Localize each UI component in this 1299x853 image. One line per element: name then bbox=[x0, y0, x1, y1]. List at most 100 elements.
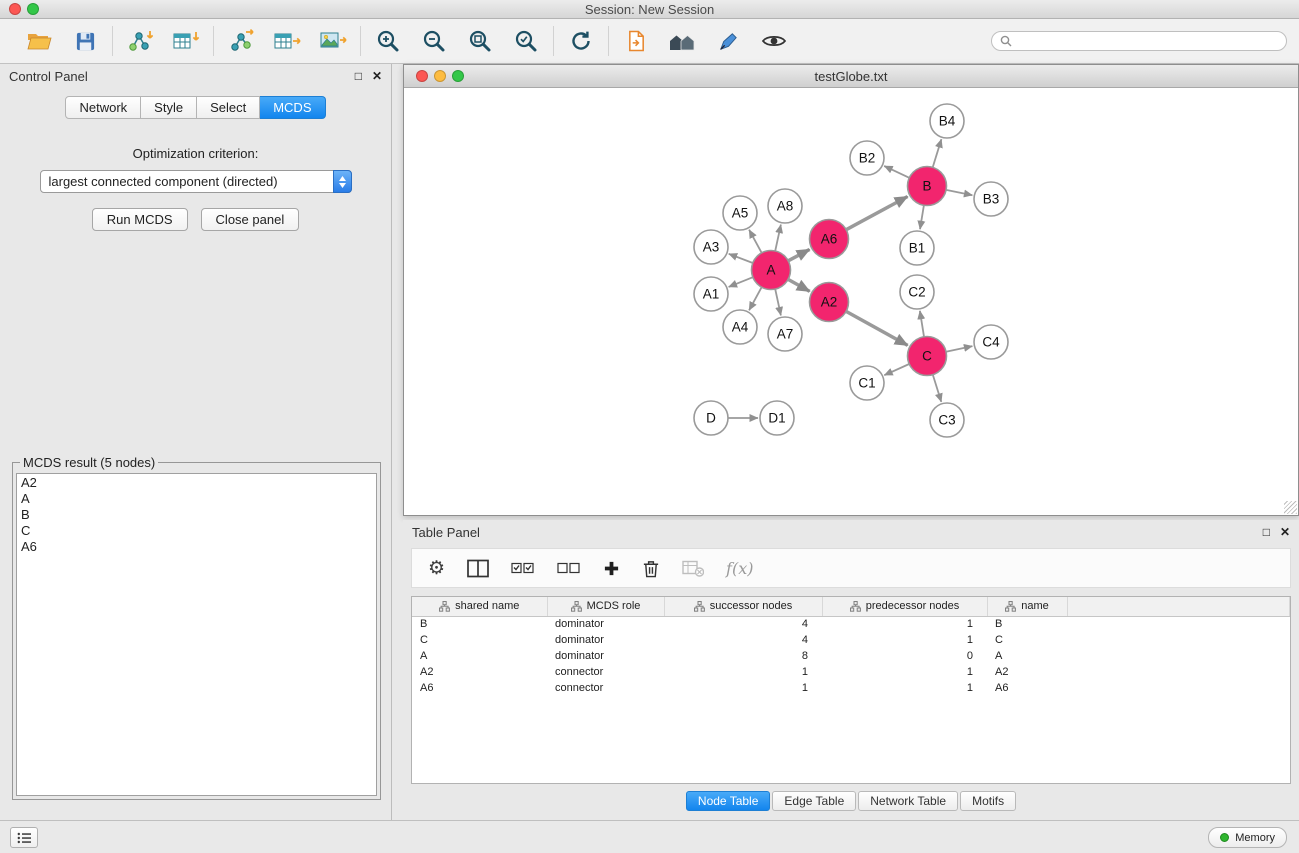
close-network-window-button[interactable] bbox=[416, 70, 428, 82]
memory-button[interactable]: Memory bbox=[1208, 827, 1287, 848]
graph-edge-A-A5[interactable] bbox=[749, 230, 762, 253]
graph-edge-C-C1[interactable] bbox=[884, 364, 909, 375]
table-cell[interactable]: 1 bbox=[664, 680, 822, 696]
table-row[interactable]: A6connector11A6 bbox=[412, 680, 1290, 696]
table-cell[interactable]: C bbox=[412, 632, 547, 648]
table-cell[interactable]: C bbox=[987, 632, 1067, 648]
table-cell[interactable]: B bbox=[412, 616, 547, 632]
graph-edge-A-A4[interactable] bbox=[749, 287, 762, 310]
select-all-button[interactable] bbox=[511, 561, 535, 576]
graph-edge-A-A1[interactable] bbox=[729, 277, 753, 287]
graph-node-B3[interactable]: B3 bbox=[974, 182, 1008, 216]
graph-edge-B-B2[interactable] bbox=[884, 166, 909, 178]
run-mcds-button[interactable]: Run MCDS bbox=[92, 208, 188, 231]
table-cell[interactable]: connector bbox=[547, 680, 664, 696]
mcds-result-item[interactable]: A bbox=[21, 491, 372, 507]
graph-node-C1[interactable]: C1 bbox=[850, 366, 884, 400]
add-column-button[interactable] bbox=[603, 560, 620, 577]
minimize-network-window-button[interactable] bbox=[434, 70, 446, 82]
graph-node-C4[interactable]: C4 bbox=[974, 325, 1008, 359]
table-cell[interactable]: A6 bbox=[987, 680, 1067, 696]
graph-node-A8[interactable]: A8 bbox=[768, 189, 802, 223]
export-image-button[interactable] bbox=[317, 24, 349, 58]
table-cell[interactable]: dominator bbox=[547, 616, 664, 632]
export-table-button[interactable] bbox=[271, 24, 303, 58]
close-table-panel-icon[interactable]: ✕ bbox=[1280, 525, 1290, 539]
float-panel-icon[interactable]: □ bbox=[355, 69, 362, 83]
graph-node-B[interactable]: B bbox=[908, 167, 947, 206]
graph-edge-B-B1[interactable] bbox=[920, 205, 924, 229]
network-canvas[interactable]: B4B2BB3A5A8A6A3B1AC2A1A2A4A7C4CC1DD1C3 bbox=[404, 88, 1298, 515]
table-row[interactable]: Cdominator41C bbox=[412, 632, 1290, 648]
graph-node-A7[interactable]: A7 bbox=[768, 317, 802, 351]
table-cell[interactable]: 8 bbox=[664, 648, 822, 664]
mcds-result-item[interactable]: C bbox=[21, 523, 372, 539]
delete-column-button[interactable] bbox=[642, 559, 660, 578]
graph-node-A4[interactable]: A4 bbox=[723, 310, 757, 344]
mcds-result-item[interactable]: B bbox=[21, 507, 372, 523]
table-cell[interactable]: B bbox=[987, 616, 1067, 632]
tab-motifs[interactable]: Motifs bbox=[960, 791, 1016, 811]
resize-grip[interactable] bbox=[1284, 501, 1297, 514]
graph-edge-C-C2[interactable] bbox=[920, 311, 924, 337]
close-panel-icon[interactable]: ✕ bbox=[372, 69, 382, 83]
mcds-result-item[interactable]: A2 bbox=[21, 475, 372, 491]
zoom-selected-button[interactable] bbox=[510, 24, 542, 58]
graph-edge-C-C4[interactable] bbox=[946, 346, 972, 352]
table-cell[interactable]: A bbox=[412, 648, 547, 664]
column-header-shared-name[interactable]: shared name bbox=[412, 597, 547, 616]
tab-edge-table[interactable]: Edge Table bbox=[772, 791, 856, 811]
table-cell[interactable]: 1 bbox=[822, 680, 987, 696]
annotation-button[interactable] bbox=[712, 24, 744, 58]
close-panel-button[interactable]: Close panel bbox=[201, 208, 300, 231]
table-cell[interactable]: 4 bbox=[664, 632, 822, 648]
graph-node-D1[interactable]: D1 bbox=[760, 401, 794, 435]
graph-node-A6[interactable]: A6 bbox=[810, 220, 849, 259]
table-cell[interactable]: A2 bbox=[412, 664, 547, 680]
open-file-button[interactable] bbox=[620, 24, 652, 58]
open-session-button[interactable] bbox=[23, 24, 55, 58]
table-cell[interactable]: A bbox=[987, 648, 1067, 664]
home-view-button[interactable] bbox=[666, 24, 698, 58]
graph-edge-A-A7[interactable] bbox=[775, 289, 781, 315]
table-cell[interactable]: 1 bbox=[664, 664, 822, 680]
tab-node-table[interactable]: Node Table bbox=[686, 791, 771, 811]
mcds-result-item[interactable]: A6 bbox=[21, 539, 372, 555]
task-history-button[interactable] bbox=[10, 827, 38, 848]
table-cell[interactable]: A2 bbox=[987, 664, 1067, 680]
table-settings-button[interactable]: ⚙ bbox=[428, 559, 445, 578]
column-header-successor-nodes[interactable]: successor nodes bbox=[664, 597, 822, 616]
float-table-panel-icon[interactable]: □ bbox=[1263, 525, 1270, 539]
refresh-view-button[interactable] bbox=[565, 24, 597, 58]
graph-edge-A-A2[interactable] bbox=[788, 279, 810, 291]
graph-edge-B-B3[interactable] bbox=[946, 190, 972, 195]
export-network-button[interactable] bbox=[225, 24, 257, 58]
zoom-window-button[interactable] bbox=[27, 3, 39, 15]
table-cell[interactable]: 1 bbox=[822, 616, 987, 632]
graph-node-D[interactable]: D bbox=[694, 401, 728, 435]
table-row[interactable]: A2connector11A2 bbox=[412, 664, 1290, 680]
import-network-button[interactable] bbox=[124, 24, 156, 58]
column-header-predecessor-nodes[interactable]: predecessor nodes bbox=[822, 597, 987, 616]
graph-edge-C-C3[interactable] bbox=[933, 375, 942, 402]
graph-edge-A2-C[interactable] bbox=[846, 311, 908, 345]
graph-edge-A-A6[interactable] bbox=[788, 249, 809, 260]
zoom-in-button[interactable] bbox=[372, 24, 404, 58]
column-header-mcds-role[interactable]: MCDS role bbox=[547, 597, 664, 616]
table-cell[interactable]: 1 bbox=[822, 664, 987, 680]
graph-node-C[interactable]: C bbox=[908, 337, 947, 376]
table-row[interactable]: Bdominator41B bbox=[412, 616, 1290, 632]
graph-node-A2[interactable]: A2 bbox=[810, 283, 849, 322]
graph-node-B1[interactable]: B1 bbox=[900, 231, 934, 265]
mcds-result-list[interactable]: A2ABCA6 bbox=[16, 473, 377, 796]
close-window-button[interactable] bbox=[9, 3, 21, 15]
criterion-dropdown[interactable]: largest connected component (directed) bbox=[40, 170, 352, 193]
table-cell[interactable]: 1 bbox=[822, 632, 987, 648]
table-cell[interactable]: 0 bbox=[822, 648, 987, 664]
tab-mcds[interactable]: MCDS bbox=[260, 96, 325, 119]
show-columns-button[interactable] bbox=[467, 559, 489, 578]
save-session-button[interactable] bbox=[69, 24, 101, 58]
table-cell[interactable]: dominator bbox=[547, 648, 664, 664]
tab-network[interactable]: Network bbox=[65, 96, 141, 119]
graph-node-C2[interactable]: C2 bbox=[900, 275, 934, 309]
